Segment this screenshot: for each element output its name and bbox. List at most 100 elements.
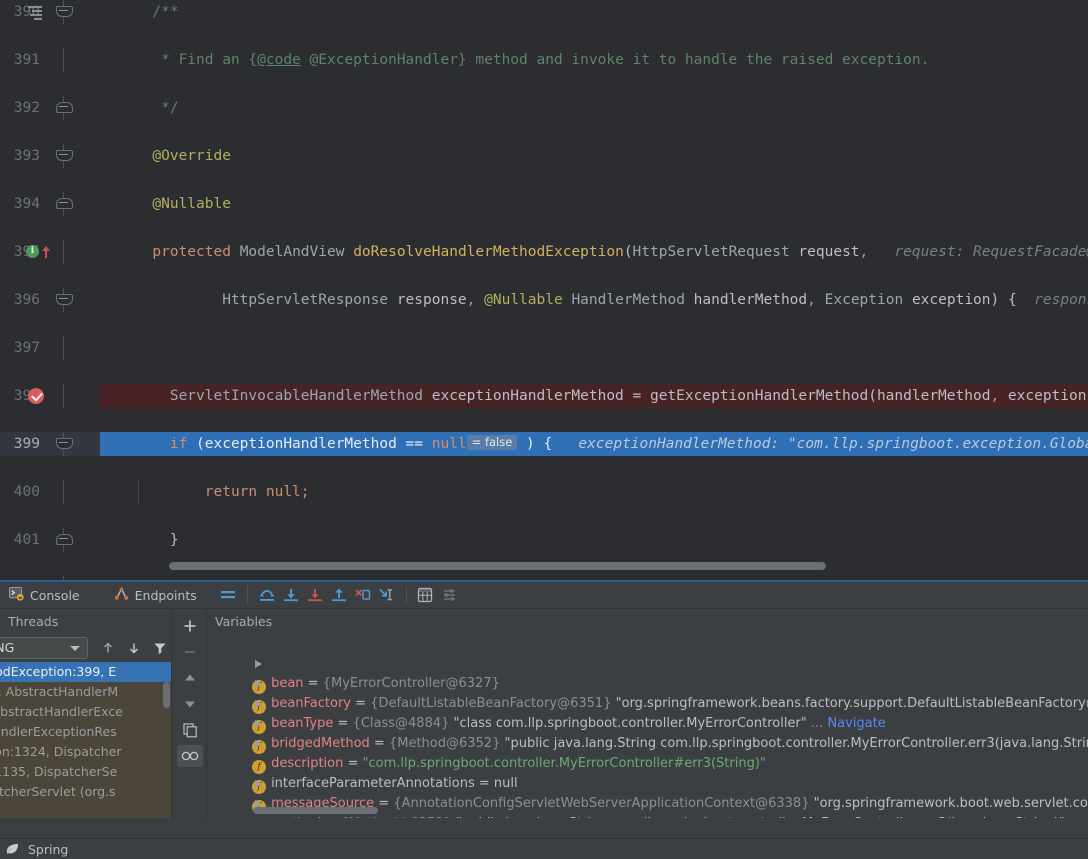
frame-down-button[interactable] (124, 638, 144, 658)
inline-value-chip[interactable]: = false (466, 435, 518, 450)
editor-horizontal-scrollbar[interactable] (100, 560, 1088, 572)
fold-marker (52, 480, 76, 504)
variable-row[interactable]: fmessageSource = {AnnotationConfigServle… (207, 754, 1088, 814)
fold-marker[interactable] (52, 144, 76, 168)
stack-frame-label: xception:75, AbstractHandlerM (0, 684, 119, 699)
editor-gutter[interactable]: 398 (0, 384, 100, 408)
code-line[interactable]: 395 i protected ModelAndView doResolveHa… (0, 240, 1088, 264)
threads-controls: RUNNING (0, 634, 171, 662)
step-out-button[interactable] (327, 584, 351, 606)
code-line[interactable]: 397 (0, 336, 1088, 360)
code-line-breakpoint[interactable]: 398 ServletInvocableHandlerMethod except… (0, 384, 1088, 408)
settings-button[interactable] (438, 584, 462, 606)
editor-gutter[interactable]: 393 (0, 144, 100, 168)
frame-up-button[interactable] (98, 638, 118, 658)
variables-pane-title: Variables (215, 614, 273, 629)
editor-gutter[interactable]: 397 (0, 336, 100, 360)
fold-marker[interactable] (52, 192, 76, 216)
code-editor[interactable]: 390 /** 391 * Find an {@code @ExceptionH… (0, 0, 1088, 580)
stack-frame-row[interactable]: 1081, DispatcherServlet (org.s (0, 782, 171, 802)
code-text: ServletInvocableHandlerMethod exceptionH… (100, 388, 1088, 404)
remove-watch-button[interactable] (172, 639, 207, 665)
stack-frame-label: otion:141, AbstractHandlerExce (0, 704, 123, 719)
variable-row[interactable]: f beanType = {Class@4884} "class com.llp.… (207, 674, 1088, 734)
copy-value-button[interactable] (172, 717, 207, 743)
fold-marker[interactable] (52, 528, 76, 552)
scrollbar-thumb[interactable] (169, 562, 826, 570)
editor-gutter[interactable]: 400 (0, 480, 100, 504)
stack-frame-row[interactable]: otion:141, AbstractHandlerExce (0, 702, 171, 722)
stack-frame-row[interactable]: xception:75, AbstractHandlerM (0, 682, 171, 702)
code-line[interactable]: 393 @Override (0, 144, 1088, 168)
stack-frame-row[interactable]: dlerException:1324, Dispatcher (0, 742, 171, 762)
stack-frames-list[interactable]: andlerMethodException:399, E xception:75… (0, 662, 171, 818)
editor-gutter[interactable]: 396 (0, 288, 100, 312)
force-step-into-button[interactable] (303, 584, 327, 606)
fold-marker[interactable] (52, 288, 76, 312)
inspect-button[interactable] (172, 743, 207, 769)
run-to-cursor-button[interactable] (375, 584, 399, 606)
threads-vertical-scrollbar[interactable] (162, 662, 171, 818)
editor-gutter[interactable]: 401 (0, 528, 100, 552)
editor-gutter[interactable]: 391 (0, 48, 100, 72)
run-method-icon[interactable]: i (26, 245, 39, 258)
stack-frame-row[interactable]: otion:80, HandlerExceptionRes (0, 722, 171, 742)
tab-console[interactable]: Console (0, 582, 89, 608)
fold-marker[interactable] (52, 432, 76, 456)
stack-frame-row[interactable]: andlerMethodException:399, E (0, 662, 171, 682)
drop-frame-button[interactable] (351, 584, 375, 606)
editor-gutter[interactable]: 395 i (0, 240, 100, 264)
code-line[interactable]: 394 @Nullable (0, 192, 1088, 216)
tab-endpoints[interactable]: Endpoints (105, 582, 206, 608)
stack-frame-label: 1081, DispatcherServlet (org.s (0, 784, 116, 799)
fold-marker (52, 576, 76, 580)
variables-list[interactable]: f bean = {MyErrorController@6327} f beanFa… (207, 634, 1088, 818)
scrollbar-thumb[interactable] (253, 807, 378, 814)
override-arrow-icon[interactable] (41, 244, 50, 258)
variable-row[interactable]: f description = "com.llp.springboot.contr… (207, 714, 1088, 774)
add-watch-button[interactable] (172, 613, 207, 639)
thread-state-combo[interactable]: RUNNING (0, 637, 88, 659)
fold-marker (52, 48, 76, 72)
code-line[interactable]: 391 * Find an {@code @ExceptionHandler} … (0, 48, 1088, 72)
move-up-button[interactable] (172, 665, 207, 691)
scrollbar-thumb[interactable] (163, 682, 170, 708)
line-number: 399 (13, 436, 40, 452)
editor-gutter[interactable]: 402 (0, 576, 100, 580)
step-over-button[interactable] (255, 584, 279, 606)
status-bar: Spring (0, 838, 1088, 859)
editor-gutter[interactable]: 392 (0, 96, 100, 120)
stack-frame-row[interactable] (0, 802, 171, 818)
variables-horizontal-scrollbar[interactable] (207, 805, 1088, 815)
editor-gutter[interactable]: 394 (0, 192, 100, 216)
move-down-button[interactable] (172, 691, 207, 717)
threads-pane-title: Threads (8, 614, 59, 629)
stack-frame-row[interactable]: atchResult:1135, DispatcherSe (0, 762, 171, 782)
variable-row[interactable]: f beanFactory = {DefaultListableBeanFacto… (207, 654, 1088, 714)
evaluate-expression-button[interactable] (414, 584, 438, 606)
editor-gutter[interactable]: 390 (0, 0, 100, 24)
show-execution-point-button[interactable] (216, 584, 240, 606)
fold-marker[interactable] (52, 96, 76, 120)
step-into-button[interactable] (279, 584, 303, 606)
variable-row[interactable]: fmethod = {Method@6352} "public java.lan… (207, 774, 1088, 818)
variable-row[interactable]: f bean = {MyErrorController@6327} (207, 634, 1088, 694)
code-line-execution[interactable]: 399 if (exceptionHandlerMethod == null = … (0, 432, 1088, 456)
code-line[interactable]: 396 HttpServletResponse response, @Nulla… (0, 288, 1088, 312)
doc-outline-icon[interactable] (28, 6, 42, 20)
toolbar-divider (405, 586, 407, 604)
variable-row[interactable]: f interfaceParameterAnnotations = null (207, 734, 1088, 794)
code-line[interactable]: 390 /** (0, 0, 1088, 24)
stack-frame-label: otion:80, HandlerExceptionRes (0, 724, 117, 739)
line-number: 392 (13, 100, 40, 116)
code-line[interactable]: 401 } (0, 528, 1088, 552)
code-line[interactable]: 400 return null; (0, 480, 1088, 504)
code-line[interactable]: 392 */ (0, 96, 1088, 120)
variable-row[interactable]: f bridgedMethod = {Method@6352} "public j… (207, 694, 1088, 754)
code-text: } (100, 532, 179, 548)
code-text: return null; (100, 480, 310, 504)
editor-gutter[interactable]: 399 (0, 432, 100, 456)
fold-marker[interactable] (52, 0, 76, 24)
filter-frames-button[interactable] (150, 638, 170, 658)
breakpoint-icon[interactable] (28, 388, 44, 404)
